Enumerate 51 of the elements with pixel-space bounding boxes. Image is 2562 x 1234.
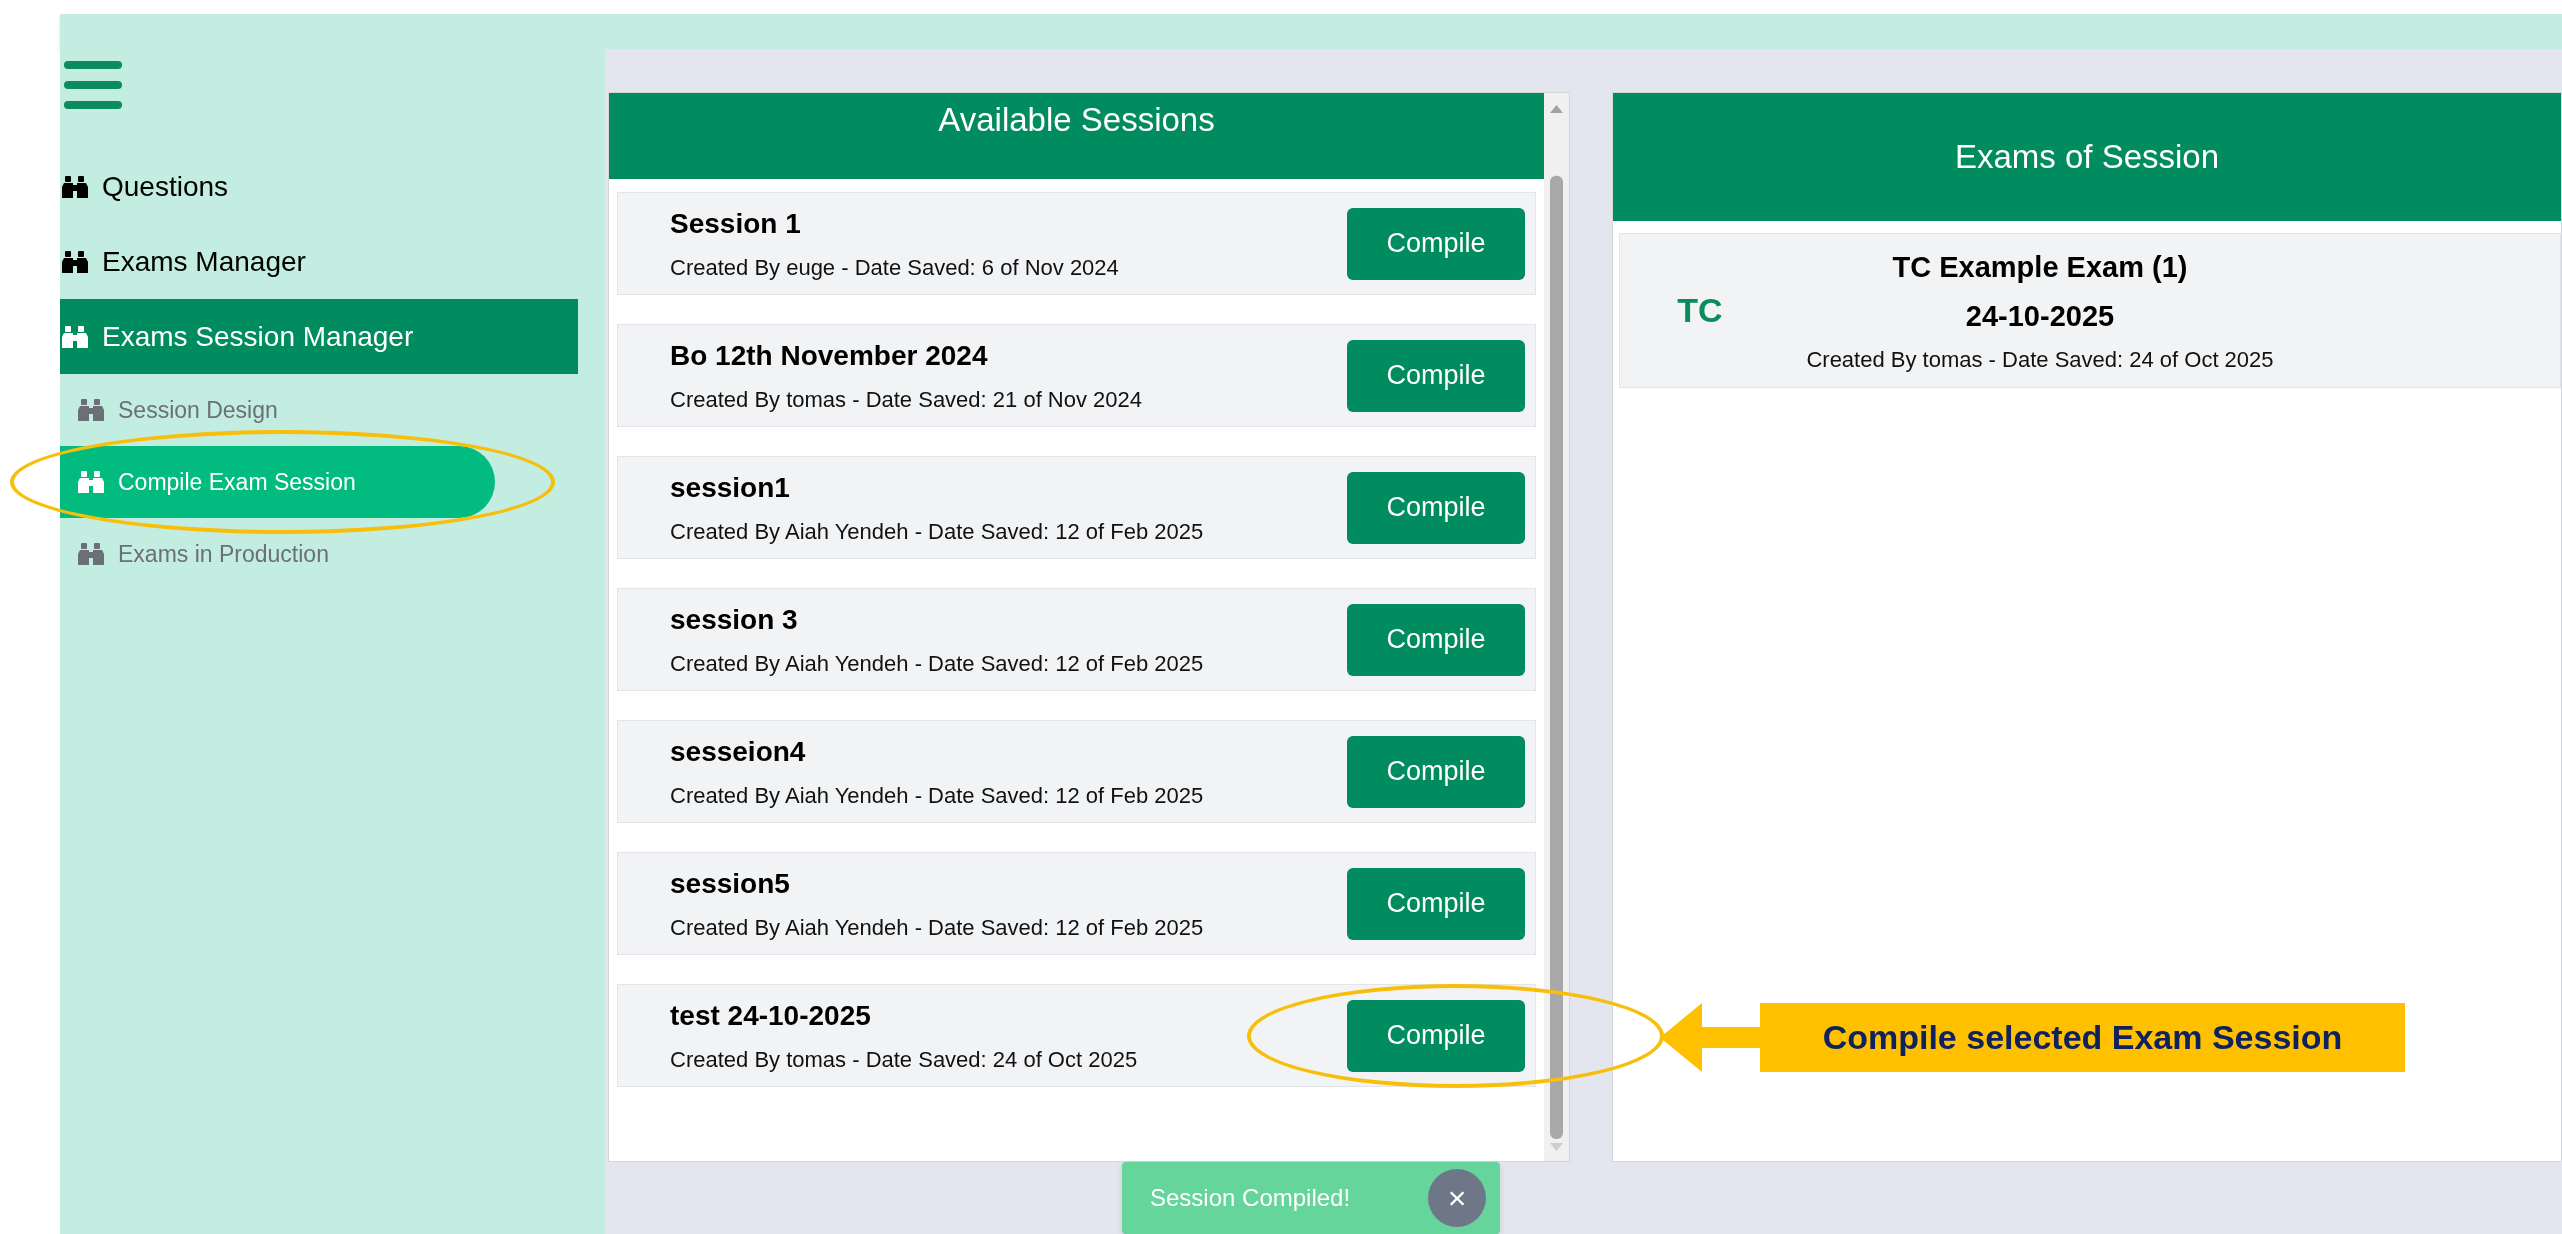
compile-button[interactable]: Compile [1347,735,1525,808]
session-name: Bo 12th November 2024 [670,339,989,373]
compile-button[interactable]: Compile [1347,867,1525,940]
session-card[interactable]: session 3 Created By Aiah Yendeh - Date Saved: 12 of Feb 2025 Compile [617,588,1536,691]
sidebar-subitem[interactable]: Compile Exam Session [60,446,495,518]
exam-card[interactable]: TC TC Example Exam (1) 24-10-2025 Created By tomas - Date Saved: 24 of Oct 2025 [1619,233,2561,388]
compile-button[interactable]: Compile [1347,339,1525,412]
session-name: session 3 [670,603,799,637]
sidebar-subitem[interactable]: Exams in Production [60,518,495,590]
session-name: session1 [670,471,791,505]
binoculars-icon [78,543,104,565]
sidebar-subitem[interactable]: Session Design [60,374,495,446]
session-details: Created By euge - Date Saved: 6 of Nov 2024 [670,254,1120,282]
menu-icon[interactable] [64,61,122,109]
exam-date: 24-10-2025 [1965,299,2115,334]
session-details: Created By tomas - Date Saved: 21 of Nov 2024 [670,386,1144,414]
compile-button[interactable]: Compile [1347,603,1525,676]
binoculars-icon [62,175,88,198]
session-card[interactable]: test 24-10-2025 Created By tomas - Date Saved: 24 of Oct 2025 Compile [617,984,1536,1087]
compile-button[interactable]: Compile [1347,999,1525,1072]
session-details: Created By tomas - Date Saved: 24 of Oct 2025 [670,1046,1139,1074]
close-button[interactable]: × [1428,1169,1486,1227]
binoculars-icon [62,250,88,273]
sidebar-item[interactable]: Exams Session Manager [60,299,578,374]
session-name: session5 [670,867,791,901]
sidebar-item[interactable]: Exams Manager [60,224,578,299]
callout-label: Compile selected Exam Session [1760,1003,2405,1072]
toast-message: Session Compiled! [1150,1183,1351,1213]
binoculars-icon [78,399,104,421]
session-card[interactable]: session5 Created By Aiah Yendeh - Date Saved: 12 of Feb 2025 Compile [617,852,1536,955]
session-name: sesseion4 [670,735,807,769]
session-card[interactable]: Session 1 Created By euge - Date Saved: 6 of Nov 2024 Compile [617,192,1536,295]
exam-initials: TC [1676,290,1724,331]
binoculars-icon [62,325,88,348]
session-card[interactable]: Bo 12th November 2024 Created By tomas - Date Saved: 21 of Nov 2024 Compile [617,324,1536,427]
session-card[interactable]: sesseion4 Created By Aiah Yendeh - Date Saved: 12 of Feb 2025 Compile [617,720,1536,823]
panel-header: Exams of Session [1613,93,2561,221]
exam-details: Created By tomas - Date Saved: 24 of Oct 2025 [1806,345,2274,374]
session-details: Created By Aiah Yendeh - Date Saved: 12 of Feb 2025 [670,650,1205,678]
session-name: Session 1 [670,207,802,241]
panel-header: Available Sessions [609,93,1544,179]
sidebar-item[interactable]: Questions [60,149,578,224]
session-details: Created By Aiah Yendeh - Date Saved: 12 of Feb 2025 [670,518,1205,546]
session-name: test 24-10-2025 [670,999,872,1033]
session-card[interactable]: session1 Created By Aiah Yendeh - Date Saved: 12 of Feb 2025 Compile [617,456,1536,559]
binoculars-icon [78,471,104,493]
session-details: Created By Aiah Yendeh - Date Saved: 12 of Feb 2025 [670,914,1205,942]
compile-button[interactable]: Compile [1347,207,1525,280]
session-details: Created By Aiah Yendeh - Date Saved: 12 of Feb 2025 [670,782,1205,810]
exam-title: TC Example Exam (1) [1892,249,2188,285]
compile-button[interactable]: Compile [1347,471,1525,544]
